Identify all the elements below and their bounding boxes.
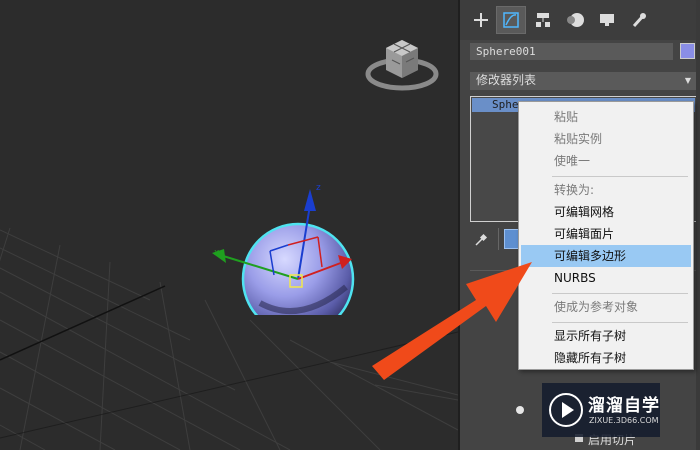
- watermark: 溜溜自学 ZIXUE.3D66.COM: [542, 383, 660, 437]
- utilities-tab-icon[interactable]: [624, 6, 654, 34]
- watermark-logo-icon: [549, 393, 583, 427]
- axis-z-label: z: [316, 183, 321, 193]
- axis-x-label: x: [214, 248, 220, 258]
- menu-separator: [552, 176, 688, 177]
- menu-item-nurbs[interactable]: NURBS: [521, 267, 691, 289]
- menu-item-hide-all-subtree[interactable]: 隐藏所有子树: [521, 347, 691, 369]
- radio-button[interactable]: [516, 406, 524, 414]
- watermark-title: 溜溜自学: [588, 396, 660, 416]
- context-menu: 粘贴 粘贴实例 使唯一 转换为: 可编辑网格 可编辑面片 可编辑多边形 NURB…: [518, 101, 694, 370]
- menu-item-show-all-subtree[interactable]: 显示所有子树: [521, 325, 691, 347]
- object-name-field[interactable]: Sphere001: [470, 43, 673, 60]
- menu-item-paste-instance[interactable]: 粘贴实例: [521, 128, 691, 150]
- create-tab-icon[interactable]: [466, 6, 496, 34]
- menu-item-editable-mesh[interactable]: 可编辑网格: [521, 201, 691, 223]
- menu-separator: [552, 322, 688, 323]
- modifier-list-label: 修改器列表: [476, 73, 537, 87]
- menu-separator: [552, 293, 688, 294]
- menu-item-editable-patch[interactable]: 可编辑面片: [521, 223, 691, 245]
- divider: [498, 228, 499, 250]
- chevron-down-icon: ▼: [684, 76, 691, 85]
- watermark-url: ZIXUE.3D66.COM: [589, 416, 659, 425]
- object-color-swatch[interactable]: [680, 43, 695, 59]
- command-panel-tabs: [460, 0, 700, 40]
- motion-tab-icon[interactable]: [560, 6, 590, 34]
- hierarchy-tab-icon[interactable]: [528, 6, 558, 34]
- menu-item-editable-poly[interactable]: 可编辑多边形: [521, 245, 691, 267]
- viewcube-icon[interactable]: [362, 30, 442, 96]
- menu-item-paste[interactable]: 粘贴: [521, 106, 691, 128]
- menu-item-convert-to-header: 转换为:: [554, 183, 595, 197]
- modifier-list-dropdown[interactable]: 修改器列表 ▼: [470, 72, 697, 90]
- perspective-viewport[interactable]: z x: [0, 0, 458, 450]
- pin-stack-icon[interactable]: [474, 232, 488, 251]
- menu-item-make-reference[interactable]: 使成为参考对象: [521, 296, 691, 318]
- panel-scrollbar[interactable]: [696, 0, 700, 450]
- sphere-object[interactable]: z x: [210, 175, 360, 315]
- menu-item-make-unique[interactable]: 使唯一: [521, 150, 691, 172]
- display-tab-icon[interactable]: [592, 6, 622, 34]
- modify-tab-icon[interactable]: [496, 6, 526, 34]
